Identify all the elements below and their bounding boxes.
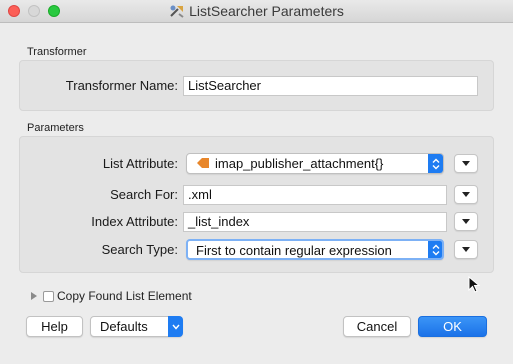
transformer-icon — [170, 5, 184, 18]
attribute-tag-icon — [197, 158, 209, 168]
search-for-input[interactable]: .xml — [183, 185, 447, 205]
chevron-down-icon — [462, 219, 470, 224]
parameters-section-label: Parameters — [27, 122, 84, 134]
transformer-name-input[interactable]: ListSearcher — [183, 76, 478, 96]
search-type-menu-button[interactable] — [454, 240, 478, 259]
copy-found-label: Copy Found List Element — [57, 289, 192, 303]
search-type-value: First to contain regular expression — [196, 243, 392, 258]
list-attribute-label: List Attribute: — [102, 156, 178, 171]
chevron-down-icon — [168, 316, 183, 337]
window-title: ListSearcher Parameters — [189, 3, 344, 19]
transformer-name-label: Transformer Name: — [65, 78, 178, 93]
list-attribute-select[interactable]: imap_publisher_attachment{} — [186, 153, 444, 174]
transformer-section-label: Transformer — [27, 46, 87, 58]
ok-button[interactable]: OK — [418, 316, 487, 337]
search-type-select[interactable]: First to contain regular expression — [186, 239, 444, 260]
chevron-down-icon — [462, 192, 470, 197]
chevron-down-icon — [462, 247, 470, 252]
list-attribute-value: imap_publisher_attachment{} — [215, 156, 384, 171]
help-button[interactable]: Help — [26, 316, 83, 337]
search-for-menu-button[interactable] — [454, 185, 478, 204]
disclosure-triangle-icon[interactable] — [31, 292, 37, 300]
index-attribute-input[interactable]: _list_index — [183, 212, 447, 232]
search-for-label: Search For: — [110, 187, 178, 202]
window-title-area: ListSearcher Parameters — [0, 3, 513, 19]
list-attribute-menu-button[interactable] — [454, 154, 478, 173]
index-attribute-menu-button[interactable] — [454, 212, 478, 231]
title-bar: ListSearcher Parameters — [0, 0, 513, 23]
index-attribute-label: Index Attribute: — [91, 214, 178, 229]
copy-found-checkbox[interactable] — [43, 291, 54, 302]
popup-chevrons-icon — [428, 154, 443, 173]
popup-chevrons-icon — [428, 241, 442, 258]
defaults-button[interactable]: Defaults — [90, 316, 183, 337]
cancel-button[interactable]: Cancel — [343, 316, 411, 337]
defaults-label: Defaults — [100, 319, 148, 334]
search-type-label: Search Type: — [101, 242, 178, 257]
mouse-cursor-icon — [468, 276, 480, 293]
chevron-down-icon — [462, 161, 470, 166]
